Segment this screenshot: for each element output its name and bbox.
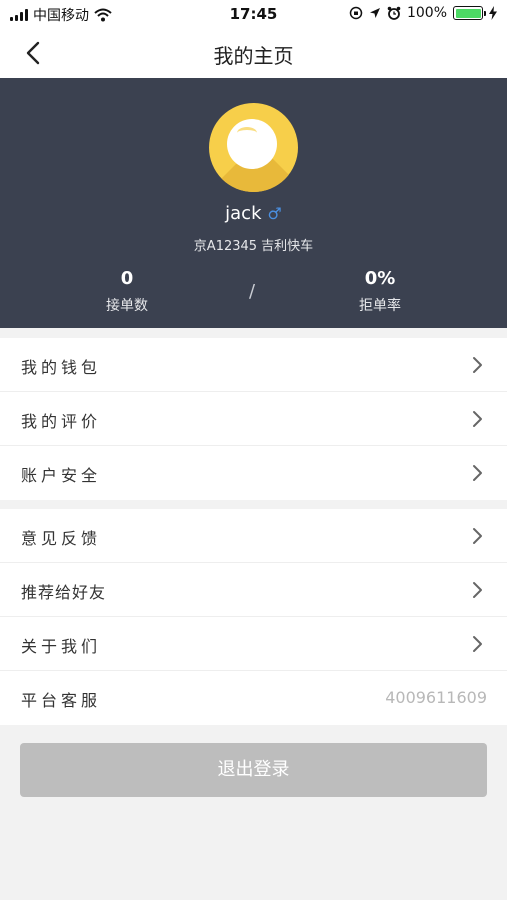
menu-item-feedback[interactable]: 意见反馈 [0,509,507,563]
status-bar: 中国移动 17:45 100% [0,0,507,28]
logout-button[interactable]: 退出登录 [20,743,487,797]
menu-item-about-us[interactable]: 关于我们 [0,617,507,671]
stat-orders-label: 接单数 [106,298,148,314]
location-icon [369,8,380,18]
menu-item-reviews[interactable]: 我的评价 [0,392,507,446]
nav-bar: 我的主页 [0,28,507,78]
menu-group-account: 我的钱包 我的评价 账户安全 [0,338,507,500]
menu-item-label: 意见反馈 [21,529,102,548]
profile-header: jack ♂ 京A12345 吉利快车 0 接单数 / 0% 拒单率 [0,78,507,328]
battery-icon [453,6,486,20]
car-info: 京A12345 吉利快车 [193,239,314,254]
stat-reject-rate-value: 0% [364,268,396,289]
menu-item-label: 关于我们 [21,637,102,656]
status-right: 100% [349,5,497,21]
username-row: jack ♂ [0,203,507,224]
customer-service-phone[interactable]: 4009611609 [385,688,487,707]
chevron-right-icon [473,582,482,598]
menu-item-label: 我的钱包 [21,358,102,377]
orientation-lock-icon [349,6,363,20]
charging-icon [489,6,497,20]
menu-item-label: 推荐给好友 [21,583,107,602]
chevron-right-icon [473,357,482,373]
chevron-right-icon [473,411,482,427]
username: jack [225,203,262,224]
menu-group-support: 意见反馈 推荐给好友 关于我们 平台客服 4009611609 [0,509,507,725]
avatar[interactable] [209,103,298,192]
stat-orders: 0 接单数 [47,268,207,315]
alarm-icon [387,6,401,20]
menu-item-wallet[interactable]: 我的钱包 [0,338,507,392]
menu-item-label: 平台客服 [21,691,102,710]
menu-item-customer-service[interactable]: 平台客服 4009611609 [0,671,507,725]
stat-reject-rate-label: 拒单率 [359,298,401,314]
gender-male-icon: ♂ [267,204,282,223]
stat-divider: / [249,281,256,302]
menu-item-account-security[interactable]: 账户安全 [0,446,507,500]
stat-reject-rate: 0% 拒单率 [300,268,460,315]
stat-orders-value: 0 [120,268,134,289]
chevron-right-icon [473,528,482,544]
menu-item-recommend[interactable]: 推荐给好友 [0,563,507,617]
page-title: 我的主页 [213,44,294,68]
battery-percent: 100% [406,5,447,21]
menu-item-label: 我的评价 [21,412,102,431]
chevron-right-icon [473,636,482,652]
chevron-right-icon [473,465,482,481]
menu-item-label: 账户安全 [21,466,102,485]
